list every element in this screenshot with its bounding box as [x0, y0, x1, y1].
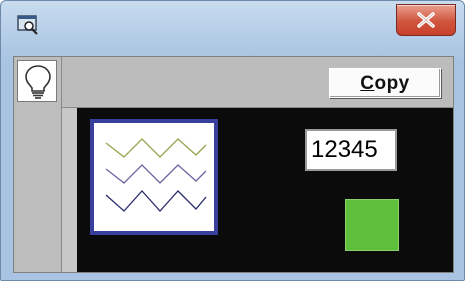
- copy-button-mnemonic: C: [360, 73, 375, 94]
- left-toolbar: [14, 57, 62, 272]
- pattern-preview[interactable]: [90, 119, 218, 235]
- pattern-preview-inner: [94, 123, 214, 231]
- number-display-field[interactable]: 12345: [305, 129, 397, 171]
- lightbulb-icon: [25, 65, 51, 99]
- color-swatch[interactable]: [345, 199, 399, 251]
- copy-button-label: opy: [374, 73, 410, 94]
- zigzag-pattern-icon: [105, 138, 207, 212]
- preview-canvas: 12345: [77, 108, 453, 272]
- top-toolbar: Copy: [62, 57, 453, 108]
- lightbulb-button[interactable]: [17, 60, 57, 102]
- magnifier-window-icon: [17, 15, 38, 35]
- close-button[interactable]: [396, 4, 456, 36]
- client-area: Copy 12345: [13, 56, 454, 273]
- close-x-icon: [417, 12, 435, 28]
- app-window: Copy 12345: [0, 0, 465, 281]
- title-bar[interactable]: [1, 1, 464, 47]
- copy-button[interactable]: Copy: [329, 68, 441, 98]
